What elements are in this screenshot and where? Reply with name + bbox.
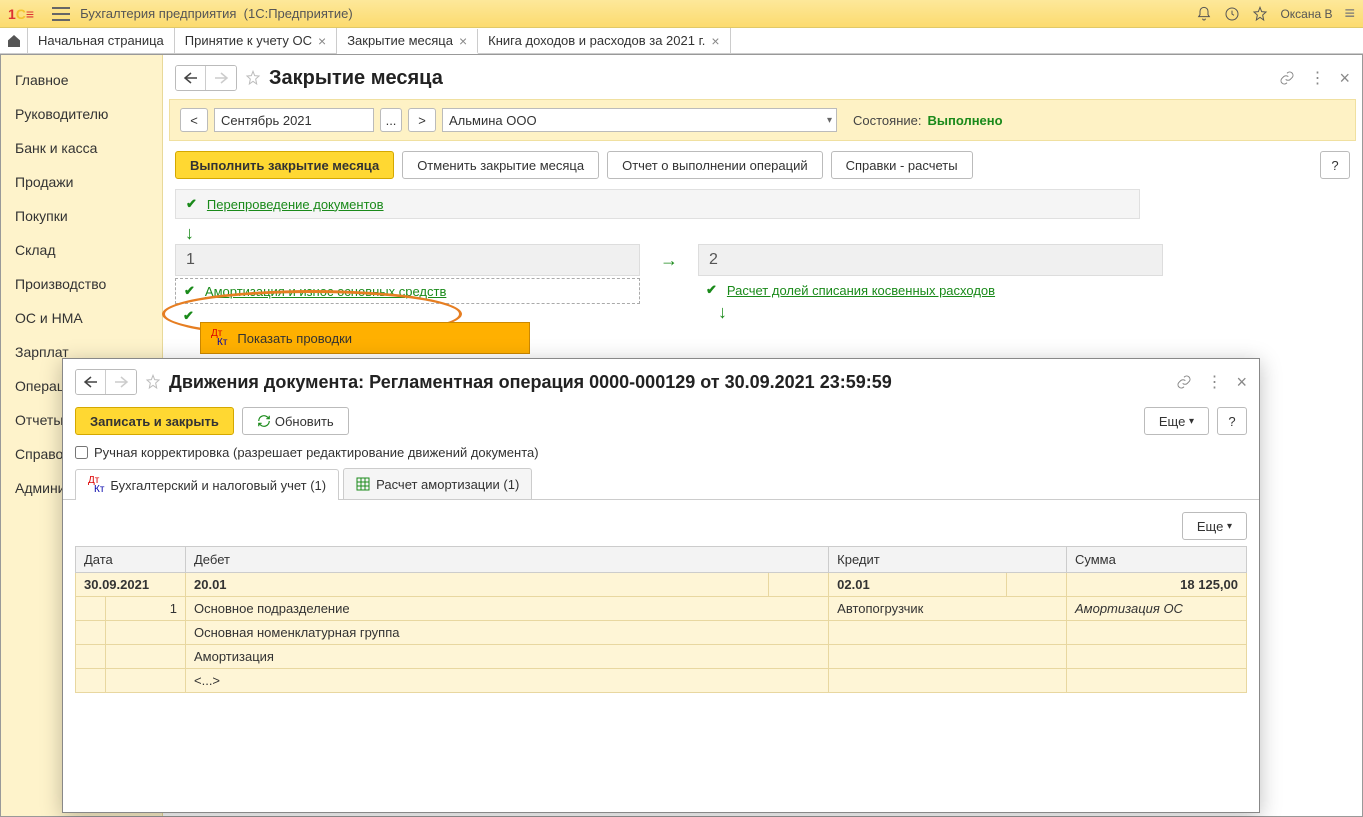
indirect-costs-link[interactable]: Расчет долей списания косвенных расходов bbox=[727, 283, 995, 298]
close-icon[interactable]: × bbox=[318, 33, 326, 49]
sidebar-item-sales[interactable]: Продажи bbox=[1, 165, 162, 199]
modal-more-icon[interactable]: ⋮ bbox=[1206, 372, 1222, 392]
check-icon: ✔ bbox=[184, 283, 195, 299]
document-movements-window: Движения документа: Регламентная операци… bbox=[62, 358, 1260, 813]
modal-back-button[interactable] bbox=[76, 370, 106, 394]
link-icon[interactable] bbox=[1176, 374, 1192, 390]
params-bar: < Сентябрь 2021 ... > Альмина ООО▾ Состо… bbox=[169, 99, 1356, 141]
modal-more-button[interactable]: Еще ▾ bbox=[1144, 407, 1209, 435]
logo-1c: 1С≡ bbox=[8, 6, 36, 22]
status-value: Выполнено bbox=[927, 113, 1002, 128]
postings-table[interactable]: Дата Дебет Кредит Сумма 30.09.2021 20.01… bbox=[75, 546, 1247, 693]
chevron-down-icon[interactable]: ▾ bbox=[827, 115, 832, 126]
calcs-button[interactable]: Справки - расчеты bbox=[831, 151, 973, 179]
history-icon[interactable] bbox=[1224, 6, 1240, 22]
table-row[interactable]: Основная номенклатурная группа bbox=[76, 621, 1247, 645]
modal-title: Движения документа: Регламентная операци… bbox=[169, 372, 892, 393]
more-icon[interactable]: ⋮ bbox=[1309, 68, 1325, 88]
step-1-header: 1 bbox=[175, 244, 640, 276]
menu-icon[interactable] bbox=[52, 7, 70, 21]
modal-forward-button[interactable] bbox=[106, 370, 136, 394]
sidebar-item-os[interactable]: ОС и НМА bbox=[1, 301, 162, 335]
sidebar-item-main[interactable]: Главное bbox=[1, 63, 162, 97]
arrow-down-icon: ↓ bbox=[185, 223, 1350, 244]
table-row[interactable]: <...> bbox=[76, 669, 1247, 693]
table-row[interactable]: 30.09.2021 20.01 02.01 18 125,00 bbox=[76, 573, 1247, 597]
tab-amortization[interactable]: Расчет амортизации (1) bbox=[343, 468, 532, 499]
report-button[interactable]: Отчет о выполнении операций bbox=[607, 151, 823, 179]
tabs-bar: Начальная страница Принятие к учету ОС× … bbox=[0, 28, 1363, 54]
check-icon: ✔ bbox=[706, 282, 717, 298]
close-form-icon[interactable]: × bbox=[1339, 68, 1350, 89]
manual-edit-label: Ручная корректировка (разрешает редактир… bbox=[94, 445, 539, 460]
favorite-star-icon[interactable] bbox=[145, 374, 161, 390]
check-icon: ✔ bbox=[186, 196, 197, 212]
table-more-button[interactable]: Еще ▾ bbox=[1182, 512, 1247, 540]
bell-icon[interactable] bbox=[1196, 6, 1212, 22]
modal-help-button[interactable]: ? bbox=[1217, 407, 1247, 435]
col-credit: Кредит bbox=[829, 547, 1067, 573]
tab-os[interactable]: Принятие к учету ОС× bbox=[175, 28, 337, 53]
arrow-right-icon: → bbox=[660, 250, 678, 270]
page-title: Закрытие месяца bbox=[269, 67, 443, 90]
sidebar-item-bank[interactable]: Банк и касса bbox=[1, 131, 162, 165]
favorite-star-icon[interactable] bbox=[245, 70, 261, 86]
tab-accounting[interactable]: ДтКт Бухгалтерский и налоговый учет (1) bbox=[75, 469, 339, 500]
organization-field[interactable]: Альмина ООО▾ bbox=[442, 108, 837, 132]
step-2-header: 2 bbox=[698, 244, 1163, 276]
close-icon[interactable]: × bbox=[459, 33, 467, 49]
next-month-button[interactable]: > bbox=[408, 108, 436, 132]
manual-edit-checkbox[interactable] bbox=[75, 446, 88, 459]
user-menu-icon[interactable]: ≡ bbox=[1344, 3, 1355, 24]
sidebar-item-purchases[interactable]: Покупки bbox=[1, 199, 162, 233]
star-icon[interactable] bbox=[1252, 6, 1268, 22]
forward-button[interactable] bbox=[206, 66, 236, 90]
dtkt-icon: ДтКт bbox=[211, 329, 227, 347]
execute-button[interactable]: Выполнить закрытие месяца bbox=[175, 151, 394, 179]
prev-month-button[interactable]: < bbox=[180, 108, 208, 132]
show-postings-menuitem[interactable]: ДтКт Показать проводки bbox=[201, 323, 529, 353]
tab-home-label[interactable]: Начальная страница bbox=[28, 28, 175, 53]
dtkt-icon: ДтКт bbox=[88, 476, 104, 494]
refresh-button[interactable]: Обновить bbox=[242, 407, 349, 435]
sidebar-item-warehouse[interactable]: Склад bbox=[1, 233, 162, 267]
titlebar: 1С≡ Бухгалтерия предприятия (1С:Предприя… bbox=[0, 0, 1363, 28]
sidebar-item-production[interactable]: Производство bbox=[1, 267, 162, 301]
app-title: Бухгалтерия предприятия (1С:Предприятие) bbox=[80, 6, 1196, 21]
close-icon[interactable]: × bbox=[711, 33, 719, 49]
col-date: Дата bbox=[76, 547, 186, 573]
help-button[interactable]: ? bbox=[1320, 151, 1350, 179]
month-picker-button[interactable]: ... bbox=[380, 108, 402, 132]
amortization-link[interactable]: Амортизация и износ основных средств bbox=[205, 284, 446, 299]
table-row[interactable]: 1 Основное подразделение Автопогрузчик А… bbox=[76, 597, 1247, 621]
home-tab-icon[interactable] bbox=[0, 28, 28, 53]
cancel-close-button[interactable]: Отменить закрытие месяца bbox=[402, 151, 599, 179]
col-sum: Сумма bbox=[1067, 547, 1247, 573]
tab-month-close[interactable]: Закрытие месяца× bbox=[337, 29, 478, 54]
context-menu: ДтКт Показать проводки bbox=[200, 322, 530, 354]
table-icon bbox=[356, 477, 370, 491]
modal-close-icon[interactable]: × bbox=[1236, 372, 1247, 393]
check-icon: ✔ bbox=[183, 308, 194, 324]
link-icon[interactable] bbox=[1279, 70, 1295, 86]
col-debit: Дебет bbox=[186, 547, 829, 573]
arrow-down-icon: ↓ bbox=[718, 302, 1163, 323]
redo-documents-link[interactable]: Перепроведение документов bbox=[207, 197, 384, 212]
back-button[interactable] bbox=[176, 66, 206, 90]
month-field[interactable]: Сентябрь 2021 bbox=[214, 108, 374, 132]
status-label: Состояние: bbox=[853, 113, 921, 128]
table-row[interactable]: Амортизация bbox=[76, 645, 1247, 669]
tab-book[interactable]: Книга доходов и расходов за 2021 г.× bbox=[478, 28, 730, 53]
nav-arrows bbox=[175, 65, 237, 91]
save-close-button[interactable]: Записать и закрыть bbox=[75, 407, 234, 435]
sidebar-item-manager[interactable]: Руководителю bbox=[1, 97, 162, 131]
user-name[interactable]: Оксана В bbox=[1280, 7, 1332, 21]
